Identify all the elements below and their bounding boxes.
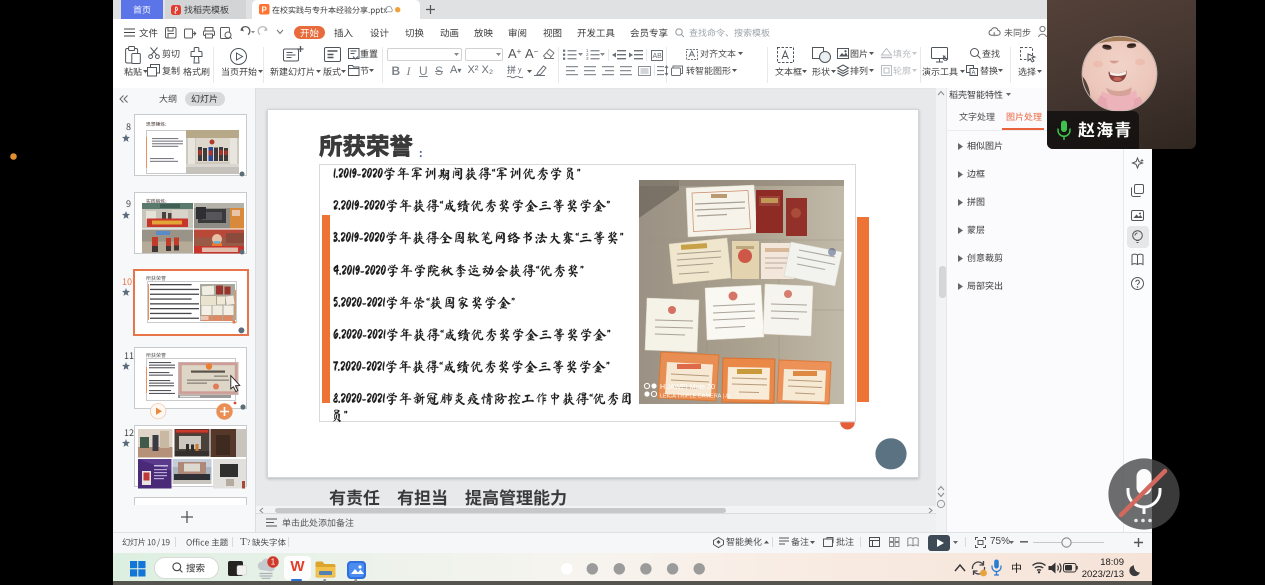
svg-text:1: 1 [270,557,275,566]
svg-text:y: y [518,67,522,74]
svg-text:A: A [972,70,976,76]
svg-text:P: P [261,5,267,14]
svg-text:AB: AB [652,53,662,60]
svg-text:LEICA TRIPLE CAMERA | AI: LEICA TRIPLE CAMERA | AI [660,394,731,400]
svg-text:HUAWEI Mate 20: HUAWEI Mate 20 [660,384,715,391]
